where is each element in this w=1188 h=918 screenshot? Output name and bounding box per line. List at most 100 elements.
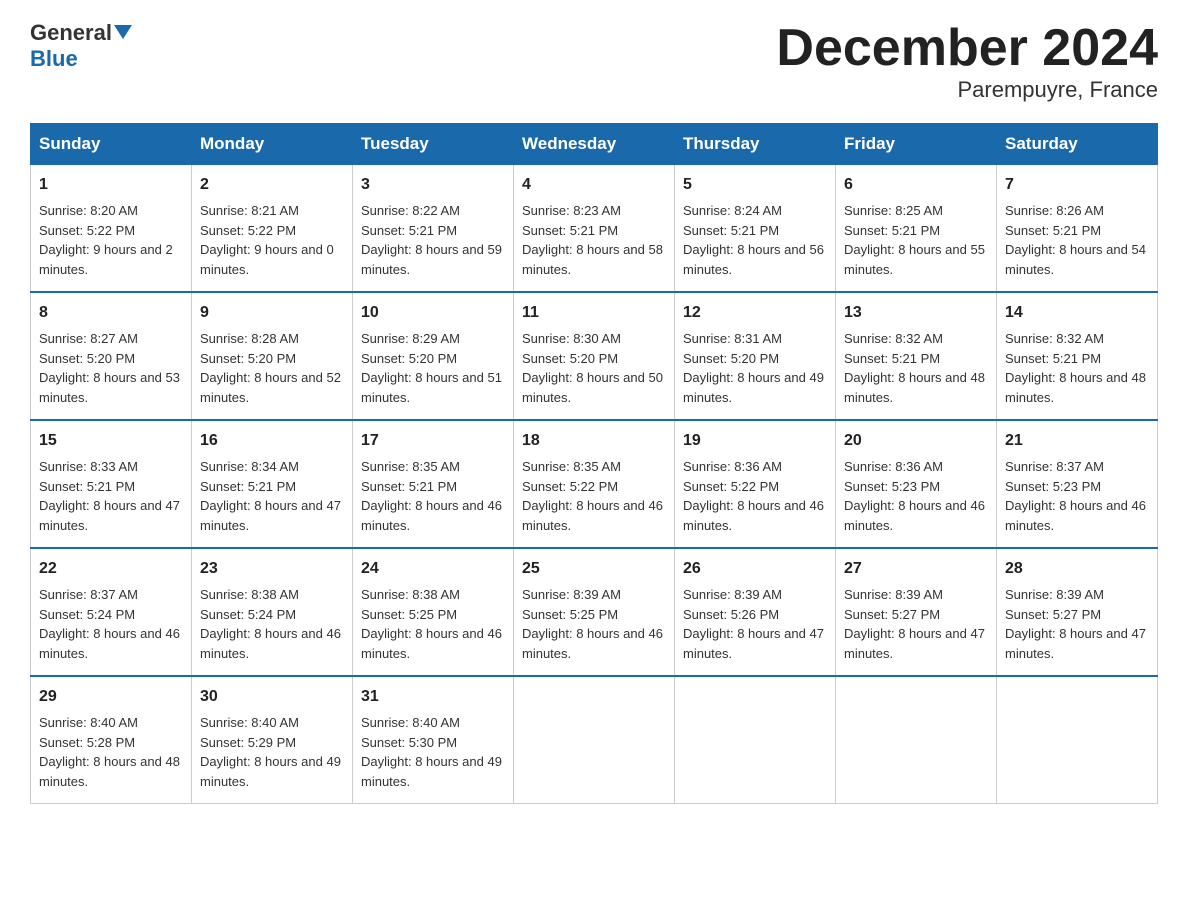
daylight-text: Daylight: 8 hours and 54 minutes. <box>1005 242 1146 277</box>
sunset-text: Sunset: 5:26 PM <box>683 607 779 622</box>
calendar-day-cell: 8Sunrise: 8:27 AMSunset: 5:20 PMDaylight… <box>31 292 192 420</box>
calendar-day-cell: 1Sunrise: 8:20 AMSunset: 5:22 PMDaylight… <box>31 165 192 293</box>
day-number: 11 <box>522 301 666 325</box>
sunrise-text: Sunrise: 8:30 AM <box>522 331 621 346</box>
sunset-text: Sunset: 5:21 PM <box>200 479 296 494</box>
sunset-text: Sunset: 5:29 PM <box>200 735 296 750</box>
calendar-day-cell: 30Sunrise: 8:40 AMSunset: 5:29 PMDayligh… <box>192 676 353 804</box>
sunrise-text: Sunrise: 8:27 AM <box>39 331 138 346</box>
calendar-week-row: 1Sunrise: 8:20 AMSunset: 5:22 PMDaylight… <box>31 165 1158 293</box>
sunrise-text: Sunrise: 8:35 AM <box>522 459 621 474</box>
day-number: 5 <box>683 173 827 197</box>
logo-arrow-icon <box>114 25 132 39</box>
sunrise-text: Sunrise: 8:29 AM <box>361 331 460 346</box>
sunset-text: Sunset: 5:30 PM <box>361 735 457 750</box>
sunrise-text: Sunrise: 8:39 AM <box>844 587 943 602</box>
calendar-day-cell: 23Sunrise: 8:38 AMSunset: 5:24 PMDayligh… <box>192 548 353 676</box>
sunrise-text: Sunrise: 8:32 AM <box>844 331 943 346</box>
logo-text-general: General <box>30 20 112 46</box>
calendar-day-cell: 19Sunrise: 8:36 AMSunset: 5:22 PMDayligh… <box>675 420 836 548</box>
daylight-text: Daylight: 8 hours and 46 minutes. <box>1005 498 1146 533</box>
day-number: 16 <box>200 429 344 453</box>
calendar-day-cell: 12Sunrise: 8:31 AMSunset: 5:20 PMDayligh… <box>675 292 836 420</box>
sunrise-text: Sunrise: 8:24 AM <box>683 203 782 218</box>
calendar-header-cell: Sunday <box>31 124 192 165</box>
sunrise-text: Sunrise: 8:38 AM <box>361 587 460 602</box>
calendar-header-cell: Thursday <box>675 124 836 165</box>
daylight-text: Daylight: 8 hours and 52 minutes. <box>200 370 341 405</box>
day-number: 2 <box>200 173 344 197</box>
sunrise-text: Sunrise: 8:38 AM <box>200 587 299 602</box>
sunrise-text: Sunrise: 8:39 AM <box>683 587 782 602</box>
calendar-week-row: 22Sunrise: 8:37 AMSunset: 5:24 PMDayligh… <box>31 548 1158 676</box>
calendar-day-cell: 9Sunrise: 8:28 AMSunset: 5:20 PMDaylight… <box>192 292 353 420</box>
sunrise-text: Sunrise: 8:35 AM <box>361 459 460 474</box>
day-number: 24 <box>361 557 505 581</box>
calendar-day-cell: 22Sunrise: 8:37 AMSunset: 5:24 PMDayligh… <box>31 548 192 676</box>
calendar-day-cell: 25Sunrise: 8:39 AMSunset: 5:25 PMDayligh… <box>514 548 675 676</box>
calendar-header-cell: Monday <box>192 124 353 165</box>
daylight-text: Daylight: 9 hours and 2 minutes. <box>39 242 173 277</box>
sunset-text: Sunset: 5:21 PM <box>39 479 135 494</box>
day-number: 18 <box>522 429 666 453</box>
calendar-day-cell: 6Sunrise: 8:25 AMSunset: 5:21 PMDaylight… <box>836 165 997 293</box>
page-title: December 2024 <box>776 20 1158 77</box>
sunset-text: Sunset: 5:21 PM <box>844 351 940 366</box>
day-number: 17 <box>361 429 505 453</box>
sunrise-text: Sunrise: 8:20 AM <box>39 203 138 218</box>
sunrise-text: Sunrise: 8:39 AM <box>1005 587 1104 602</box>
calendar-day-cell: 31Sunrise: 8:40 AMSunset: 5:30 PMDayligh… <box>353 676 514 804</box>
calendar-day-cell: 14Sunrise: 8:32 AMSunset: 5:21 PMDayligh… <box>997 292 1158 420</box>
daylight-text: Daylight: 8 hours and 46 minutes. <box>844 498 985 533</box>
calendar-header-cell: Tuesday <box>353 124 514 165</box>
sunrise-text: Sunrise: 8:36 AM <box>683 459 782 474</box>
daylight-text: Daylight: 8 hours and 51 minutes. <box>361 370 502 405</box>
sunrise-text: Sunrise: 8:33 AM <box>39 459 138 474</box>
calendar-day-cell: 26Sunrise: 8:39 AMSunset: 5:26 PMDayligh… <box>675 548 836 676</box>
sunset-text: Sunset: 5:28 PM <box>39 735 135 750</box>
sunrise-text: Sunrise: 8:23 AM <box>522 203 621 218</box>
daylight-text: Daylight: 8 hours and 47 minutes. <box>683 626 824 661</box>
sunset-text: Sunset: 5:27 PM <box>1005 607 1101 622</box>
sunrise-text: Sunrise: 8:36 AM <box>844 459 943 474</box>
sunrise-text: Sunrise: 8:21 AM <box>200 203 299 218</box>
calendar-body: 1Sunrise: 8:20 AMSunset: 5:22 PMDaylight… <box>31 165 1158 804</box>
sunset-text: Sunset: 5:20 PM <box>683 351 779 366</box>
daylight-text: Daylight: 8 hours and 50 minutes. <box>522 370 663 405</box>
page-subtitle: Parempuyre, France <box>776 77 1158 103</box>
calendar-week-row: 29 Sunrise: 8:40 AM Sunset: 5:28 PM Dayligh… <box>31 676 1158 804</box>
calendar-day-cell: 29 Sunrise: 8:40 AM Sunset: 5:28 PM Dayligh… <box>31 676 192 804</box>
calendar-week-row: 15 Sunrise: 8:33 AM Sunset: 5:21 PM Dayligh… <box>31 420 1158 548</box>
daylight-text: Daylight: 8 hours and 48 minutes. <box>844 370 985 405</box>
calendar-day-cell: 16Sunrise: 8:34 AMSunset: 5:21 PMDayligh… <box>192 420 353 548</box>
day-number: 21 <box>1005 429 1149 453</box>
sunset-text: Sunset: 5:21 PM <box>522 223 618 238</box>
daylight-text: Daylight: 8 hours and 58 minutes. <box>522 242 663 277</box>
sunrise-text: Sunrise: 8:37 AM <box>39 587 138 602</box>
day-number: 10 <box>361 301 505 325</box>
daylight-text: Daylight: 8 hours and 46 minutes. <box>522 498 663 533</box>
sunrise-text: Sunrise: 8:37 AM <box>1005 459 1104 474</box>
sunset-text: Sunset: 5:22 PM <box>39 223 135 238</box>
sunset-text: Sunset: 5:22 PM <box>200 223 296 238</box>
daylight-text: Daylight: 8 hours and 56 minutes. <box>683 242 824 277</box>
calendar-header-cell: Saturday <box>997 124 1158 165</box>
daylight-text: Daylight: 8 hours and 46 minutes. <box>361 626 502 661</box>
sunset-text: Sunset: 5:21 PM <box>844 223 940 238</box>
day-number: 29 <box>39 685 183 709</box>
sunrise-text: Sunrise: 8:40 AM <box>39 715 138 730</box>
sunrise-text: Sunrise: 8:28 AM <box>200 331 299 346</box>
day-number: 15 <box>39 429 183 453</box>
sunrise-text: Sunrise: 8:25 AM <box>844 203 943 218</box>
sunset-text: Sunset: 5:25 PM <box>522 607 618 622</box>
daylight-text: Daylight: 8 hours and 48 minutes. <box>39 754 180 789</box>
day-number: 20 <box>844 429 988 453</box>
daylight-text: Daylight: 8 hours and 46 minutes. <box>522 626 663 661</box>
day-number: 14 <box>1005 301 1149 325</box>
logo: General Blue <box>30 20 132 72</box>
calendar-day-cell: 11Sunrise: 8:30 AMSunset: 5:20 PMDayligh… <box>514 292 675 420</box>
sunrise-text: Sunrise: 8:31 AM <box>683 331 782 346</box>
sunrise-text: Sunrise: 8:39 AM <box>522 587 621 602</box>
sunset-text: Sunset: 5:20 PM <box>200 351 296 366</box>
daylight-text: Daylight: 8 hours and 49 minutes. <box>683 370 824 405</box>
